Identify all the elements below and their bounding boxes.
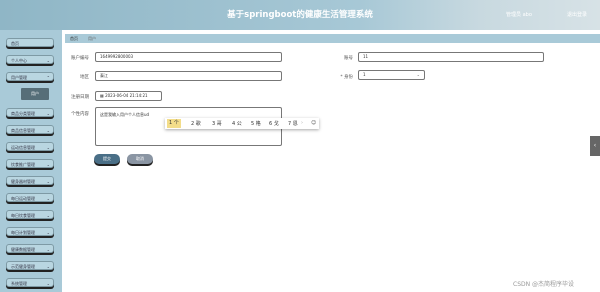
role-value: 1 — [363, 72, 366, 77]
sidebar-item-daily-plan[interactable]: 每日计划管理 ⌄ — [6, 227, 54, 236]
region-label: 地区 — [80, 75, 89, 80]
date-picker[interactable]: ▦ 2023-06-04 21:14:21 — [95, 91, 162, 101]
top-header: 基于springboot的健康生活管理系统 管理员 abo 退出登录 — [0, 0, 600, 30]
breadcrumb-current: 用户 — [88, 36, 96, 41]
sidebar-item-daily-sport[interactable]: 每日运动管理 ⌄ — [6, 193, 54, 202]
name-label: 账号 — [344, 56, 353, 61]
ime-next-icon[interactable]: › — [301, 120, 303, 126]
ime-candidate[interactable]: 1 个 — [167, 119, 181, 128]
sidebar-item-home[interactable]: 首页 — [6, 38, 54, 47]
chevron-down-icon: ⌄ — [46, 264, 50, 269]
ime-candidate[interactable]: 3 哥 — [212, 120, 222, 127]
date-value: 2023-06-04 21:14:21 — [105, 93, 148, 98]
collapse-tab-icon[interactable]: ‹ — [590, 136, 600, 156]
ime-candidate[interactable]: 2 歌 — [191, 120, 201, 127]
chevron-down-icon: ⌄ — [46, 128, 50, 133]
role-select[interactable]: 1 ⌄ — [358, 70, 425, 80]
sidebar-item-sport[interactable]: 运动信息管理 ⌄ — [6, 142, 54, 151]
account-label: 账户编号 — [71, 56, 89, 61]
sidebar-item-system[interactable]: 系统管理 ⌄ — [6, 278, 54, 287]
calendar-icon: ▦ — [100, 93, 104, 98]
chevron-down-icon: ⌄ — [46, 179, 50, 184]
date-label: 注册日期 — [71, 95, 89, 100]
sidebar-item-daily-diet[interactable]: 每日饮食管理 ⌄ — [6, 210, 54, 219]
chevron-down-icon: ⌄ — [46, 230, 50, 235]
cancel-button[interactable]: 取消 — [127, 154, 153, 164]
sidebar-item-health-data[interactable]: 健康数据管理 ⌄ — [6, 244, 54, 253]
region-field[interactable]: 泰江 — [95, 71, 282, 81]
sidebar-item-diet[interactable]: 饮食推广管理 ⌄ — [6, 159, 54, 168]
ime-candidate[interactable]: 6 戈 — [269, 120, 279, 127]
chevron-down-icon: ⌄ — [46, 162, 50, 167]
chevron-down-icon: ⌄ — [46, 145, 50, 150]
ime-candidate-bar: 1 个 2 歌 3 哥 4 公 5 格 6 戈 7 恩 ‹ › ☺ — [165, 118, 319, 129]
chevron-down-icon: ⌄ — [416, 72, 420, 77]
sidebar-item-product[interactable]: 商品信息管理 ⌄ — [6, 125, 54, 134]
sidebar-item-category[interactable]: 商品分类管理 ⌄ — [6, 108, 54, 117]
sidebar-item-demo-fitness[interactable]: 示范健身管理 ⌄ — [6, 261, 54, 270]
ime-candidate[interactable]: 5 格 — [251, 120, 261, 127]
chevron-down-icon: ⌄ — [46, 196, 50, 201]
chevron-down-icon: ⌄ — [46, 213, 50, 218]
sidebar: 首页 个人中心 ⌄ 用户管理 ⌃ 商品分类管理 ⌄ 商品信息管理 ⌄ 运动信息管理 ⌄ 饮… — [0, 30, 62, 292]
submenu-item-users[interactable]: 用户 — [21, 88, 49, 100]
breadcrumb: 首页 用户 — [65, 34, 600, 43]
content-text: 这是我输入用户个人信息ud — [100, 112, 150, 117]
ime-candidate[interactable]: 4 公 — [232, 120, 242, 127]
ime-prev-icon[interactable]: ‹ — [289, 120, 291, 126]
content-label: 个性内容 — [71, 112, 89, 117]
watermark: CSDN @杰简程序毕设 — [513, 281, 575, 288]
chevron-down-icon: ⌄ — [46, 281, 50, 286]
role-label: * 身份 — [340, 75, 353, 80]
sidebar-item-equipment[interactable]: 健身器材管理 ⌄ — [6, 176, 54, 185]
submit-button[interactable]: 提交 — [94, 154, 120, 164]
chevron-down-icon: ⌄ — [46, 247, 50, 252]
name-field[interactable]: 11 — [358, 52, 544, 62]
sidebar-item-profile[interactable]: 个人中心 ⌄ — [6, 55, 54, 64]
sidebar-item-users[interactable]: 用户管理 ⌃ — [6, 72, 54, 81]
breadcrumb-home[interactable]: 首页 — [70, 34, 78, 43]
logout-link[interactable]: 退出登录 — [567, 11, 587, 18]
emoji-icon[interactable]: ☺ — [311, 120, 316, 126]
current-user[interactable]: 管理员 abo — [506, 11, 532, 18]
account-field[interactable]: 1649992800003 — [95, 52, 282, 62]
